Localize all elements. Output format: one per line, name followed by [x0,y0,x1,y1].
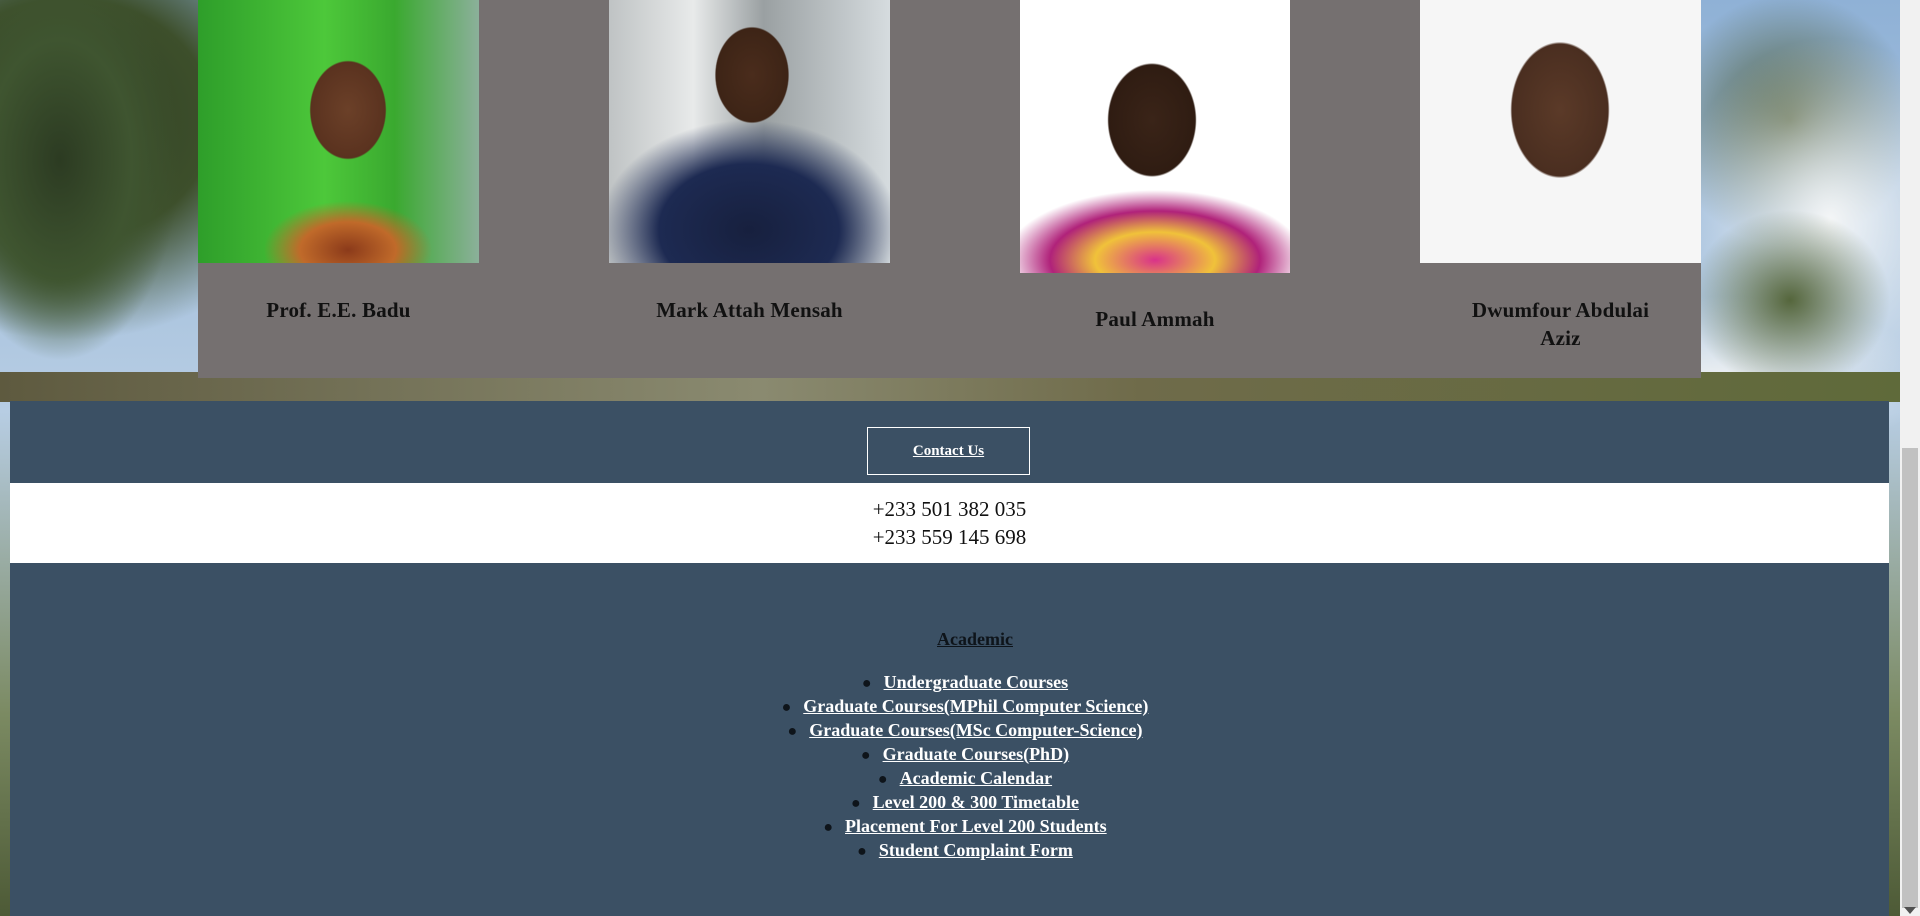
contact-us-button[interactable]: Contact Us [867,427,1030,475]
vertical-scrollbar[interactable] [1900,0,1920,916]
contact-bar: Contact Us [10,401,1889,483]
member-name: Paul Ammah [1095,307,1215,331]
bullet-icon: ● [857,843,867,860]
academic-link-msc[interactable]: Graduate Courses(MSc Computer-Science) [809,720,1142,740]
member-name: Prof. E.E. Badu [266,298,411,322]
list-item: ● Graduate Courses(PhD) [10,743,1920,767]
academic-link-mphil[interactable]: Graduate Courses(MPhil Computer Science) [803,696,1148,716]
list-item: ● Level 200 & 300 Timetable [10,791,1920,815]
list-item: ● Placement For Level 200 Students [10,815,1920,839]
team-member-card: Dwumfour Abdulai Aziz [1420,0,1701,352]
member-name: Dwumfour Abdulai Aziz [1471,298,1650,350]
bullet-icon: ● [823,819,834,836]
scroll-down-arrow-icon[interactable] [1904,907,1916,914]
bullet-icon: ● [787,723,798,740]
bullet-icon: ● [851,795,861,812]
member-photo [1420,0,1701,263]
academic-links: ● Undergraduate Courses ● Graduate Courses… [10,671,1920,863]
list-item: ● Student Complaint Form [10,839,1920,863]
bullet-icon: ● [860,747,871,764]
academic-heading: Academic [937,629,1013,649]
team-member-card: Mark Attah Mensah [609,0,890,324]
phone-number: +233 559 145 698 [872,525,1027,549]
bullet-icon: ● [877,771,888,788]
academic-link-placement[interactable]: Placement For Level 200 Students [845,816,1107,836]
list-item: ● Graduate Courses(MSc Computer-Science) [10,719,1920,743]
academic-link-phd[interactable]: Graduate Courses(PhD) [883,744,1070,764]
list-item: ● Academic Calendar [10,767,1920,791]
member-photo [1020,0,1290,273]
academic-section: Academic ● Undergraduate Courses ● Graduat… [10,563,1889,916]
member-photo [198,0,479,263]
phone-numbers: +233 501 382 035 +233 559 145 698 [10,483,1889,563]
academic-link-complaint[interactable]: Student Complaint Form [879,840,1073,860]
academic-link-timetable[interactable]: Level 200 & 300 Timetable [873,792,1079,812]
list-item: ● Undergraduate Courses [10,671,1920,695]
team-member-card: Paul Ammah [1020,0,1290,333]
member-name: Mark Attah Mensah [656,298,843,322]
scrollbar-thumb[interactable] [1902,448,1918,908]
list-item: ● Graduate Courses(MPhil Computer Science… [10,695,1920,719]
team-panel: Prof. E.E. Badu Mark Attah Mensah Paul A… [198,0,1701,378]
bullet-icon: ● [781,699,792,716]
bullet-icon: ● [861,675,872,692]
background-tree [1690,190,1890,400]
academic-link-undergraduate[interactable]: Undergraduate Courses [884,672,1069,692]
phone-number: +233 501 382 035 [872,497,1027,521]
team-member-card: Prof. E.E. Badu [198,0,479,324]
member-photo [609,0,890,263]
academic-link-calendar[interactable]: Academic Calendar [900,768,1052,788]
background-tree [0,0,200,400]
